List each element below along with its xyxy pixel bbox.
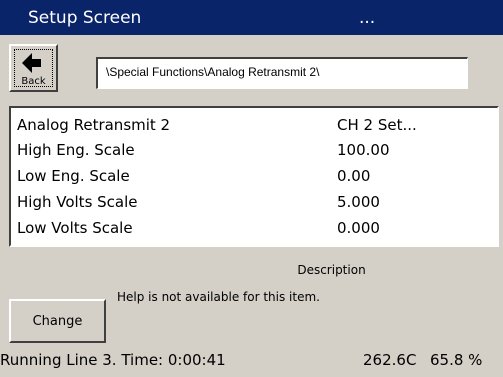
list-item[interactable]: High Volts Scale 5.000 bbox=[11, 189, 497, 216]
list-item[interactable]: High Eng. Scale 100.00 bbox=[11, 137, 497, 164]
list-item[interactable]: Analog Retransmit 2 CH 2 Set... bbox=[11, 112, 497, 139]
change-button[interactable]: Change bbox=[9, 299, 106, 343]
list-item[interactable]: Low Eng. Scale 0.00 bbox=[11, 163, 497, 190]
setting-name: Low Volts Scale bbox=[17, 219, 133, 237]
status-temperature: 262.6C bbox=[363, 351, 417, 369]
setting-value: 0.00 bbox=[337, 167, 371, 185]
window-title: Setup Screen bbox=[28, 8, 142, 28]
setup-screen: Setup Screen ... Back \Special Functions… bbox=[0, 0, 503, 377]
setting-name: Analog Retransmit 2 bbox=[17, 116, 171, 134]
title-bar-extra: ... bbox=[359, 8, 376, 28]
help-text: Help is not available for this item. bbox=[117, 290, 320, 304]
setting-name: High Eng. Scale bbox=[17, 141, 135, 159]
setting-value: CH 2 Set... bbox=[337, 116, 417, 134]
status-running-text: Running Line 3. Time: 0:00:41 bbox=[0, 351, 226, 369]
left-arrow-icon bbox=[22, 53, 42, 77]
status-percent: 65.8 % bbox=[430, 351, 483, 369]
back-button[interactable]: Back bbox=[9, 44, 58, 92]
setting-value: 100.00 bbox=[337, 141, 390, 159]
setting-name: High Volts Scale bbox=[17, 193, 138, 211]
settings-list: Analog Retransmit 2 CH 2 Set... High Eng… bbox=[9, 106, 499, 247]
back-button-label: Back bbox=[21, 76, 46, 87]
setting-name: Low Eng. Scale bbox=[17, 167, 130, 185]
list-item[interactable]: Low Volts Scale 0.000 bbox=[11, 215, 497, 242]
description-label: Description bbox=[297, 263, 366, 277]
setting-value: 5.000 bbox=[337, 193, 380, 211]
status-bar: Running Line 3. Time: 0:00:41 262.6C 65.… bbox=[0, 347, 503, 377]
setting-value: 0.000 bbox=[337, 219, 380, 237]
path-field[interactable]: \Special Functions\Analog Retransmit 2\ bbox=[96, 57, 468, 89]
title-bar: Setup Screen ... bbox=[0, 0, 503, 35]
